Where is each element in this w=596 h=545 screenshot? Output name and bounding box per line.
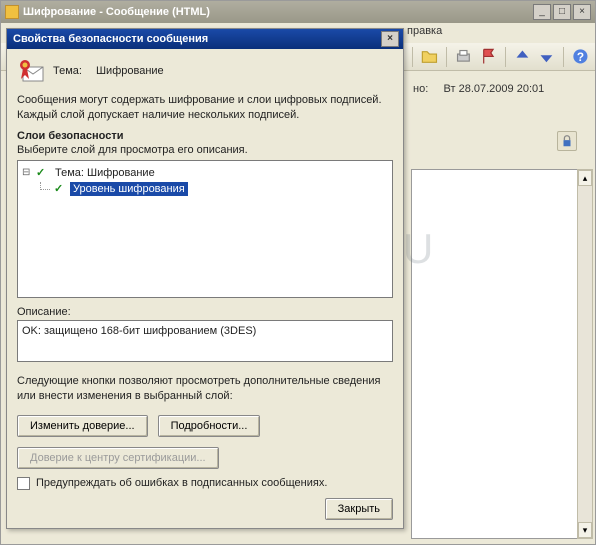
menu-item-edit[interactable]: правка xyxy=(407,25,442,37)
tree-root-node[interactable]: ⊟ ✓ Тема: Шифрование xyxy=(22,165,388,181)
lock-icon[interactable] xyxy=(557,131,577,151)
tree-root-label: Тема: Шифрование xyxy=(52,166,158,180)
tree-child-node[interactable]: ✓ Уровень шифрования xyxy=(40,181,388,197)
down-arrow-icon[interactable] xyxy=(536,46,557,68)
tree-expander-icon[interactable]: ⊟ xyxy=(22,167,32,178)
security-properties-dialog: Свойства безопасности сообщения × Тема: … xyxy=(6,28,404,529)
checkmark-icon: ✓ xyxy=(54,182,66,195)
up-arrow-icon[interactable] xyxy=(512,46,533,68)
date-value: Вт 28.07.2009 20:01 xyxy=(444,83,545,95)
layers-section-title: Слои безопасности xyxy=(17,130,393,142)
warn-errors-label: Предупреждать об ошибках в подписанных с… xyxy=(36,477,327,489)
dialog-info-text: Сообщения могут содержать шифрование и с… xyxy=(17,93,393,124)
tema-value: Шифрование xyxy=(96,65,164,77)
toolbar-separator xyxy=(505,47,506,67)
reading-pane xyxy=(411,169,587,539)
print-icon[interactable] xyxy=(453,46,474,68)
maximize-button[interactable]: □ xyxy=(553,4,571,20)
description-label: Описание: xyxy=(17,306,393,318)
ca-trust-button: Доверие к центру сертификации... xyxy=(17,447,219,469)
ribbon-envelope-icon xyxy=(17,57,45,85)
buttons-hint-text: Следующие кнопки позволяют просмотреть д… xyxy=(17,374,393,405)
tema-label: Тема: xyxy=(53,65,82,77)
dialog-close-button[interactable]: × xyxy=(381,31,399,47)
layers-instruction: Выберите слой для просмотра его описания… xyxy=(17,144,393,156)
main-titlebar: Шифрование - Сообщение (HTML) _ □ × xyxy=(1,1,595,23)
scroll-down-button[interactable]: ▾ xyxy=(578,522,592,538)
change-trust-button[interactable]: Изменить доверие... xyxy=(17,415,148,437)
help-icon[interactable]: ? xyxy=(570,46,591,68)
tree-connector-icon xyxy=(40,182,50,190)
description-box: OK: защищено 168-бит шифрованием (3DES) xyxy=(17,320,393,362)
mail-app-icon xyxy=(5,5,19,19)
main-window-title: Шифрование - Сообщение (HTML) xyxy=(23,6,533,18)
toolbar-separator xyxy=(446,47,447,67)
tree-child-label: Уровень шифрования xyxy=(70,182,188,196)
description-value: OK: защищено 168-бит шифрованием (3DES) xyxy=(22,325,256,337)
details-button[interactable]: Подробности... xyxy=(158,415,261,437)
checkmark-icon: ✓ xyxy=(36,166,48,179)
toolbar-separator xyxy=(412,47,413,67)
scroll-up-button[interactable]: ▴ xyxy=(578,170,592,186)
close-button[interactable]: Закрыть xyxy=(325,498,393,520)
toolbar-separator xyxy=(563,47,564,67)
close-window-button[interactable]: × xyxy=(573,4,591,20)
date-label: но: xyxy=(413,83,428,95)
warn-errors-checkbox[interactable] xyxy=(17,477,30,490)
dialog-title: Свойства безопасности сообщения xyxy=(13,33,381,45)
minimize-button[interactable]: _ xyxy=(533,4,551,20)
svg-text:?: ? xyxy=(577,51,584,64)
vertical-scrollbar[interactable]: ▴ ▾ xyxy=(577,169,593,539)
security-layers-tree[interactable]: ⊟ ✓ Тема: Шифрование ✓ Уровень шифровани… xyxy=(17,160,393,298)
dialog-titlebar: Свойства безопасности сообщения × xyxy=(7,29,403,49)
flag-icon[interactable] xyxy=(478,46,499,68)
folder-icon[interactable] xyxy=(419,46,440,68)
